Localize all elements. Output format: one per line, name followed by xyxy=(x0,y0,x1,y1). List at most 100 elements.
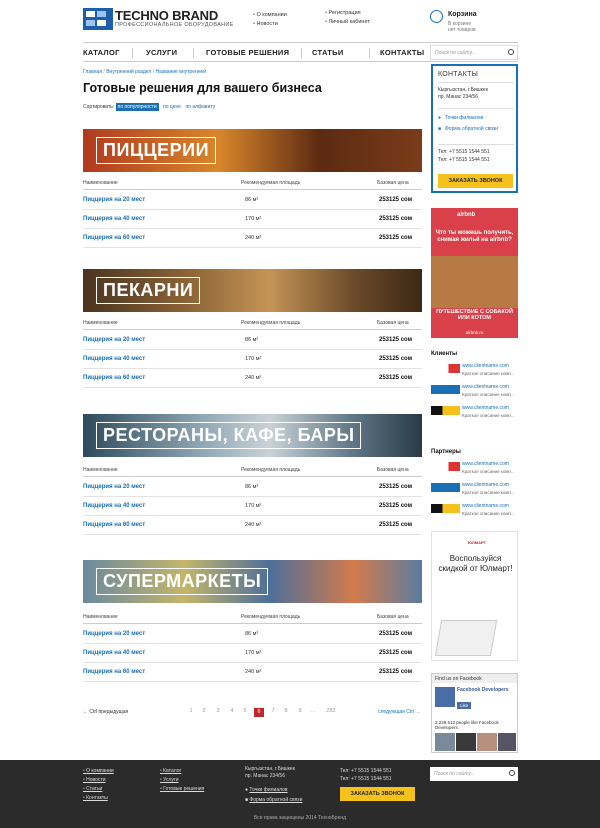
footer-branches-link[interactable]: ● Точки филиалов xyxy=(245,785,302,795)
logo[interactable] xyxy=(83,8,113,30)
page-link[interactable]: 1 xyxy=(186,708,196,714)
facebook-widget: Find us on Facebook Facebook Developers … xyxy=(431,673,518,753)
row-name[interactable]: Пиццерия на 60 мест xyxy=(83,522,145,528)
row-area: 86 м² xyxy=(245,197,259,203)
sort-popularity[interactable]: по популярности xyxy=(115,103,159,111)
partner-url[interactable]: www.clientname.com xyxy=(462,482,509,488)
ad-airbnb-text: Что ты можешь получить, снимая жильё на … xyxy=(435,230,514,243)
client-item[interactable]: www.clientname.com Краткое описание комп.… xyxy=(431,403,518,423)
footer-link[interactable]: Новости xyxy=(83,776,114,785)
pagination-prev[interactable]: ← Ctrl предыдущая xyxy=(83,709,128,715)
footer-tel2: Тел: +7 5515 1544 551 xyxy=(340,776,392,782)
menu-contacts[interactable]: КОНТАКТЫ xyxy=(380,48,424,57)
table-row: Пиццерия на 20 мест 86 м² 253125 сом xyxy=(83,478,422,497)
search-icon[interactable] xyxy=(508,49,514,55)
footer-order-call-button[interactable]: ЗАКАЗАТЬ ЗВОНОК xyxy=(340,787,415,801)
footer-link[interactable]: Готовые решения xyxy=(160,785,204,794)
row-name[interactable]: Пиццерия на 20 мест xyxy=(83,484,145,490)
row-price: 253125 сом xyxy=(379,216,413,222)
footer-search-input[interactable]: Поиск по сайту... xyxy=(430,767,518,781)
branches-link[interactable]: Точки филиалов xyxy=(445,115,483,121)
partner-logo xyxy=(431,504,460,513)
fb-avatar[interactable] xyxy=(477,733,497,751)
feedback-link[interactable]: Форма обратной связи xyxy=(445,126,498,132)
client-item[interactable]: www.clientname.com Краткое описание комп.… xyxy=(431,361,518,381)
ad-airbnb[interactable]: airbnb Что ты можешь получить, снимая жи… xyxy=(431,208,518,338)
client-desc: Краткое описание комп... xyxy=(462,413,515,418)
partner-item[interactable]: www.clientname.com Краткое описание комп.… xyxy=(431,501,518,521)
top-nav-register[interactable]: Регистрация xyxy=(325,9,370,18)
search-input[interactable]: Поиск по сайту... xyxy=(430,45,518,60)
breadcrumb-current[interactable]: Название внутренней xyxy=(155,69,206,75)
partner-item[interactable]: www.clientname.com Краткое описание комп.… xyxy=(431,480,518,500)
top-nav-news[interactable]: Новости xyxy=(253,20,287,29)
menu-services[interactable]: УСЛУГИ xyxy=(146,48,177,57)
row-price: 253125 сом xyxy=(379,356,413,362)
breadcrumb-sep: / xyxy=(152,69,155,75)
row-name[interactable]: Пиццерия на 20 мест xyxy=(83,631,145,637)
order-call-button[interactable]: ЗАКАЗАТЬ ЗВОНОК xyxy=(438,174,513,188)
menu-solutions[interactable]: ГОТОВЫЕ РЕШЕНИЯ xyxy=(206,48,289,57)
client-item[interactable]: www.clientname.com Краткое описание комп.… xyxy=(431,382,518,402)
row-name[interactable]: Пиццерия на 60 мест xyxy=(83,235,145,241)
fb-like-button[interactable]: Like xyxy=(457,702,472,709)
row-name[interactable]: Пиццерия на 40 мест xyxy=(83,503,145,509)
footer-link[interactable]: Услуги xyxy=(160,776,204,785)
partner-url[interactable]: www.clientname.com xyxy=(462,461,509,467)
top-nav-account[interactable]: Личный кабинет xyxy=(325,18,369,27)
footer-feedback-link[interactable]: ■ Форма обратной связи xyxy=(245,795,302,805)
row-name[interactable]: Пиццерия на 20 мест xyxy=(83,197,145,203)
page-link[interactable]: 9 xyxy=(295,708,305,714)
breadcrumb-section[interactable]: Внутренний раздел xyxy=(106,69,151,75)
row-name[interactable]: Пиццерия на 40 мест xyxy=(83,216,145,222)
table-row: Пиццерия на 60 мест 240 м² 253125 сом xyxy=(83,516,422,535)
footer-link[interactable]: Контакты xyxy=(83,794,114,803)
cart-title[interactable]: Корзина xyxy=(448,11,477,18)
row-price: 253125 сом xyxy=(379,522,413,528)
fb-avatar[interactable] xyxy=(498,733,516,751)
client-url[interactable]: www.clientname.com xyxy=(462,363,509,369)
footer-link[interactable]: Каталог xyxy=(160,767,204,776)
top-nav-about[interactable]: О компании xyxy=(253,11,286,20)
table-header: Наименование Рекомендуемая площадь Базов… xyxy=(83,467,422,477)
page-link[interactable]: 3 xyxy=(213,708,223,714)
page-link[interactable]: 5 xyxy=(240,708,250,714)
ad-ulmart[interactable]: ЮЛМАРТ Воспользуйся скидкой от Юлмарт! xyxy=(431,531,518,661)
client-url[interactable]: www.clientname.com xyxy=(462,384,509,390)
search-icon[interactable] xyxy=(509,770,515,776)
menu-catalog[interactable]: КАТАЛОГ xyxy=(83,48,120,57)
partner-url[interactable]: www.clientname.com xyxy=(462,503,509,509)
col-name: Наименование xyxy=(83,180,118,186)
brand-tagline: ПРОФЕССИОНАЛЬНОЕ ОБОРУДОВАНИЕ xyxy=(115,22,234,28)
page-link[interactable]: 8 xyxy=(281,708,291,714)
page-link[interactable]: 7 xyxy=(268,708,278,714)
row-name[interactable]: Пиццерия на 60 мест xyxy=(83,669,145,675)
footer-address: Кыргызстан, г.Бишкек пр. Манас 234/56 xyxy=(245,766,295,780)
footer-feedback-label[interactable]: Форма обратной связи xyxy=(249,797,302,803)
page-link[interactable]: 2 xyxy=(199,708,209,714)
sort-price[interactable]: по цене xyxy=(163,104,181,110)
pagination-next[interactable]: следующая Ctrl → xyxy=(378,709,420,715)
client-url[interactable]: www.clientname.com xyxy=(462,405,509,411)
partner-item[interactable]: www.clientname.com Краткое описание комп.… xyxy=(431,459,518,479)
row-name[interactable]: Пиццерия на 20 мест xyxy=(83,337,145,343)
footer-link[interactable]: Статьи xyxy=(83,785,114,794)
fb-avatar[interactable] xyxy=(435,733,455,751)
fb-page-name[interactable]: Facebook Developers xyxy=(457,687,509,693)
partner-logo xyxy=(431,483,460,492)
footer-link[interactable]: О компании xyxy=(83,767,114,776)
row-price: 253125 сом xyxy=(379,503,413,509)
fb-avatar[interactable] xyxy=(456,733,476,751)
menu-articles[interactable]: СТАТЬИ xyxy=(312,48,344,57)
footer-branches-label[interactable]: Точки филиалов xyxy=(249,787,287,793)
row-name[interactable]: Пиццерия на 60 мест xyxy=(83,375,145,381)
row-area: 170 м² xyxy=(245,216,262,222)
row-name[interactable]: Пиццерия на 40 мест xyxy=(83,650,145,656)
page-current[interactable]: 6 xyxy=(254,708,264,717)
page-link-last[interactable]: 283 xyxy=(324,708,338,714)
sort-alpha[interactable]: по алфавиту xyxy=(185,104,215,110)
breadcrumb-home[interactable]: Главная xyxy=(83,69,102,75)
row-name[interactable]: Пиццерия на 40 мест xyxy=(83,356,145,362)
page-link[interactable]: 4 xyxy=(227,708,237,714)
cart-icon[interactable] xyxy=(430,10,443,23)
